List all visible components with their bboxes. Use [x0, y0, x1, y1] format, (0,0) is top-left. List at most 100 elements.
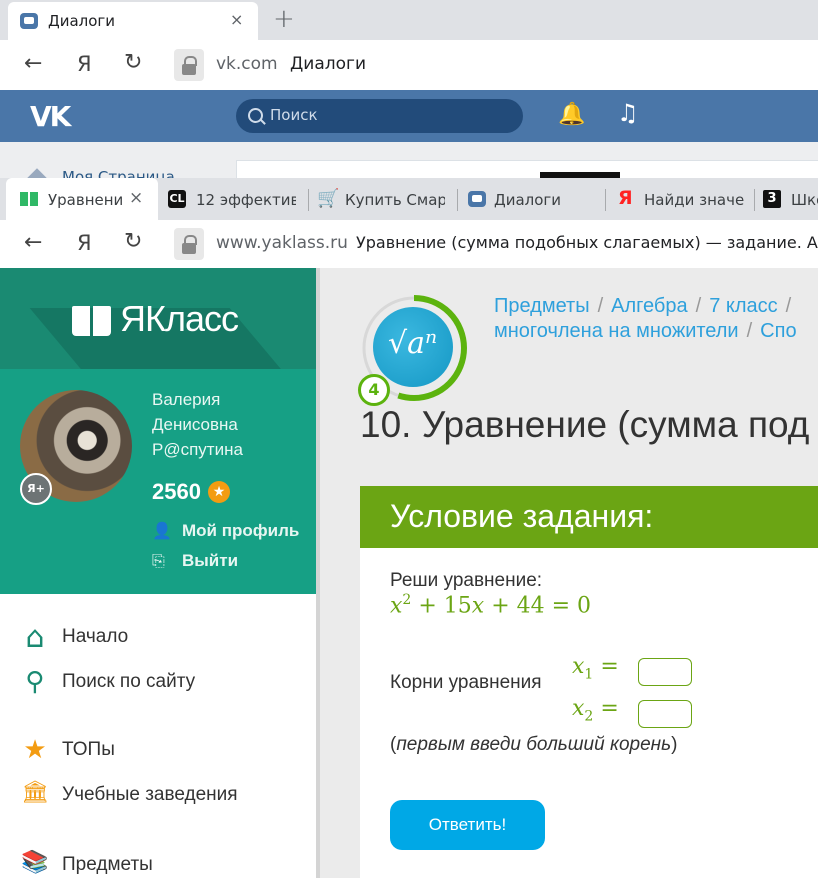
yandex-icon[interactable]: Я — [77, 52, 92, 76]
sidebar-item-home[interactable]: ⌂ Начало — [0, 620, 316, 656]
address-page-title: Диалоги — [290, 54, 366, 74]
front-window-tab-strip: Уравнение × CL 12 эффектив 🛒 Купить Смар… — [0, 178, 818, 220]
breadcrumb-item[interactable]: Алгебра — [611, 295, 687, 317]
tab-buy-smartphone[interactable]: 🛒 Купить Смар — [309, 178, 457, 220]
root1-label: x1 = — [572, 654, 619, 683]
tab-school[interactable]: 3 Шко — [755, 178, 818, 220]
tab-title: Шко — [791, 191, 818, 209]
bell-icon[interactable]: 🔔 — [558, 102, 585, 127]
yaklass-logo[interactable]: ЯКласс — [120, 298, 239, 340]
breadcrumb-item[interactable]: многочлена на множители — [494, 320, 739, 342]
tab-title: Уравнение — [48, 191, 123, 209]
root2-label: x2 = — [572, 696, 619, 725]
vk-content-card — [236, 160, 818, 178]
yaklass-book-icon — [72, 306, 112, 336]
tab-title: Диалоги — [494, 191, 562, 209]
tab-title: 12 эффектив — [196, 191, 296, 209]
tab-dialogs-vk[interactable]: Диалоги × — [8, 2, 258, 40]
lock-icon[interactable] — [174, 228, 204, 260]
search-icon: ⚲ — [25, 667, 45, 697]
root2-input[interactable] — [638, 700, 692, 728]
address-domain: www.yaklass.ru — [216, 233, 348, 253]
tab-12-effective[interactable]: CL 12 эффектив — [158, 178, 308, 220]
close-tab-icon[interactable]: × — [129, 188, 143, 208]
address-bar[interactable]: www.yaklass.ru Уравнение (сумма подобных… — [166, 226, 818, 262]
school-site-icon: 3 — [763, 190, 781, 208]
sidebar-item-schools[interactable]: 🏛 Учебные заведения — [0, 780, 316, 814]
vk-dialog-icon — [20, 13, 38, 29]
hint-text: (первым введи больший корень) — [390, 734, 678, 755]
topic-level-badge: 4 — [358, 374, 390, 406]
breadcrumb-item[interactable]: 7 класс — [709, 295, 777, 317]
tab-yaklass-equation[interactable]: Уравнение × — [6, 178, 158, 220]
new-tab-icon[interactable]: + — [273, 4, 295, 34]
vk-header: VK Поиск 🔔 ♫ — [0, 90, 818, 142]
premium-badge-icon: Я+ — [20, 473, 52, 505]
user-points: 2560 — [152, 479, 201, 504]
sidebar-item-subjects[interactable]: 📚 Предметы — [0, 850, 316, 884]
address-bar[interactable]: vk.com Диалоги — [166, 46, 818, 84]
books-icon: 📚 — [21, 850, 49, 875]
my-profile-link[interactable]: Мой профиль — [182, 521, 299, 541]
sidebar-item-label: Поиск по сайту — [62, 671, 196, 692]
vk-search-input[interactable]: Поиск — [236, 99, 523, 133]
breadcrumb: Предметы / Алгебра/7 класс / — [494, 295, 792, 317]
sidebar-item-label: Предметы — [62, 854, 153, 875]
main-content: √aⁿ 4 Предметы / Алгебра/7 класс / многочле… — [316, 268, 818, 878]
logout-link[interactable]: Выйти — [182, 551, 238, 571]
back-window-tab-strip: Диалоги × + — [0, 0, 818, 40]
yandex-icon: Я — [618, 187, 633, 209]
sidebar-item-label: Начало — [62, 626, 129, 647]
sidebar-item-tops[interactable]: ★ ТОПы — [0, 735, 316, 769]
user-profile-panel: Я+ Валерия Денисовна Р@спутина 2560 ★ 👤 … — [0, 369, 316, 594]
tab-title: Диалоги — [48, 12, 116, 30]
breadcrumb: многочлена на множители / Спо — [494, 320, 797, 342]
breadcrumb-item[interactable]: Спо — [760, 320, 796, 342]
home-icon — [24, 168, 50, 178]
search-icon — [248, 108, 263, 123]
vk-my-page-link[interactable]: Моя Страница — [62, 168, 175, 178]
vk-dialog-icon — [468, 191, 486, 207]
sidebar-item-search[interactable]: ⚲ Поиск по сайту — [0, 667, 316, 701]
user-last-name: Р@спутина — [152, 440, 243, 459]
lock-icon[interactable] — [174, 49, 204, 81]
address-page-title: Уравнение (сумма подобных слагаемых) — з… — [356, 233, 818, 252]
vk-page-body: Моя Страница — [0, 142, 818, 178]
equation: x2 + 15x + 44 = 0 — [390, 592, 592, 619]
root1-input[interactable] — [638, 658, 692, 686]
tab-title: Найди значе — [644, 191, 744, 209]
tab-find-value[interactable]: Я Найди значе — [606, 178, 754, 220]
back-arrow-icon[interactable]: ← — [24, 230, 42, 255]
music-icon[interactable]: ♫ — [617, 99, 639, 127]
sidebar-divider — [316, 268, 320, 878]
cart-icon: 🛒 — [317, 188, 340, 209]
sidebar-item-label: ТОПы — [62, 739, 115, 760]
instruction-text: Реши уравнение: — [390, 570, 543, 591]
yandex-icon[interactable]: Я — [77, 231, 92, 255]
submit-answer-button[interactable]: Ответить! — [390, 800, 545, 850]
back-arrow-icon[interactable]: ← — [24, 51, 42, 76]
back-window-toolbar: ← Я ↻ vk.com Диалоги — [0, 40, 818, 91]
tab-title: Купить Смар — [345, 191, 445, 209]
yaklass-book-icon — [20, 192, 38, 206]
breadcrumb-item[interactable]: Предметы — [494, 295, 590, 317]
user-first-name: Валерия — [152, 390, 221, 409]
star-icon: ★ — [23, 735, 47, 765]
close-tab-icon[interactable]: × — [230, 10, 243, 29]
reload-icon[interactable]: ↻ — [124, 50, 142, 75]
page-title: 10. Уравнение (сумма под — [360, 404, 810, 445]
reload-icon[interactable]: ↻ — [124, 229, 142, 254]
home-icon: ⌂ — [25, 620, 45, 655]
condition-body: Реши уравнение: x2 + 15x + 44 = 0 Корни … — [360, 548, 818, 878]
profile-icon: 👤 — [152, 521, 172, 540]
vk-search-placeholder: Поиск — [270, 106, 318, 124]
tab-dialogs[interactable]: Диалоги — [458, 178, 605, 220]
vk-logo[interactable]: VK — [30, 100, 71, 133]
cl-site-icon: CL — [168, 190, 186, 208]
condition-header: Условие задания: — [360, 486, 818, 548]
topic-formula: √aⁿ — [388, 326, 438, 361]
star-icon: ★ — [208, 481, 230, 503]
yaklass-logo-area: ЯКласс — [0, 268, 316, 369]
logout-icon: ⎘ — [152, 551, 165, 570]
address-domain: vk.com — [216, 54, 278, 74]
